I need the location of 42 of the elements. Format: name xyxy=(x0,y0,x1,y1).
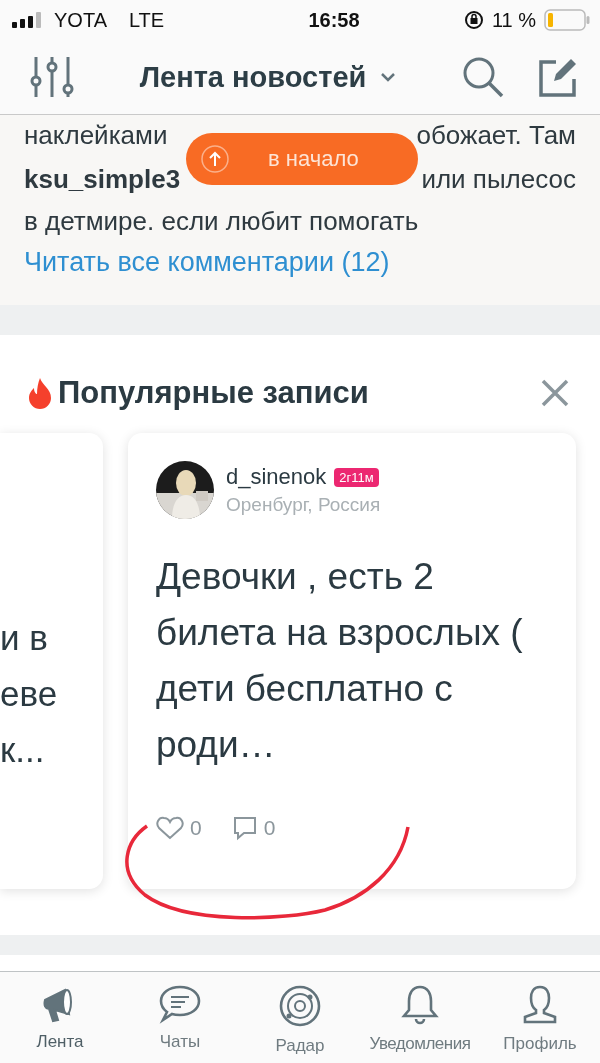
comment-text: наклейками xyxy=(24,119,168,151)
comment-text: в детмире. если любит помогать xyxy=(24,205,419,237)
post-text: к... xyxy=(0,730,46,771)
author-location: Оренбург, Россия xyxy=(226,494,381,516)
comments-count: 0 xyxy=(263,816,276,840)
comment-author[interactable]: ksu_simple3 xyxy=(24,163,181,195)
author-name[interactable]: d_sinenok xyxy=(226,464,327,490)
filter-sliders-icon[interactable] xyxy=(30,55,74,99)
post-card[interactable]: и в еве к... xyxy=(0,433,103,889)
rotation-lock-icon xyxy=(463,10,484,30)
search-icon[interactable] xyxy=(462,56,504,98)
read-all-comments-link[interactable]: Читать все комментарии (12) xyxy=(24,247,390,278)
heart-icon[interactable] xyxy=(156,816,184,840)
chevron-down-icon[interactable] xyxy=(380,72,397,82)
fire-icon xyxy=(28,377,52,409)
bell-icon xyxy=(400,984,440,1026)
battery-percent: 11 % xyxy=(491,8,536,32)
arrow-up-icon xyxy=(200,144,230,174)
tab-bar-item[interactable]: Чаты xyxy=(120,972,240,1063)
child-age-badge: 2г11м xyxy=(334,467,379,487)
comment-text: обожает. Там xyxy=(416,119,576,151)
post-text: и в xyxy=(0,618,49,659)
carrier-name: YOTA xyxy=(54,8,107,32)
chat-icon xyxy=(158,984,202,1024)
section-title: Популярные записи xyxy=(58,375,369,411)
clock-time: 16:58 xyxy=(308,8,360,32)
close-icon[interactable] xyxy=(540,378,570,408)
network-type: LTE xyxy=(128,8,165,32)
compose-icon[interactable] xyxy=(538,57,578,97)
feed-title[interactable]: Лента новостей xyxy=(139,60,367,94)
comment-text: или пылесос xyxy=(421,163,576,195)
tab-bar-item[interactable]: Уведомления xyxy=(360,972,480,1063)
tab-bar-item[interactable]: Лента xyxy=(0,972,120,1063)
post-text: Девочки , есть 2 билета на взрослых ( дети бесплатно с роди… xyxy=(156,555,524,767)
post-text: еве xyxy=(0,674,59,715)
likes-count: 0 xyxy=(190,816,202,840)
battery-icon xyxy=(544,9,590,31)
radar-icon xyxy=(278,984,322,1028)
comment-icon[interactable] xyxy=(231,815,258,841)
tab-bar-item[interactable]: Радар xyxy=(240,972,360,1063)
tab-bar-item[interactable]: Профиль xyxy=(480,972,600,1063)
post-card[interactable]: d_sinenok 2г11м Оренбург, Россия Девочки , есть 2 билета на взрослых ( дети бесплатно с роди… 0 0 xyxy=(128,433,576,889)
